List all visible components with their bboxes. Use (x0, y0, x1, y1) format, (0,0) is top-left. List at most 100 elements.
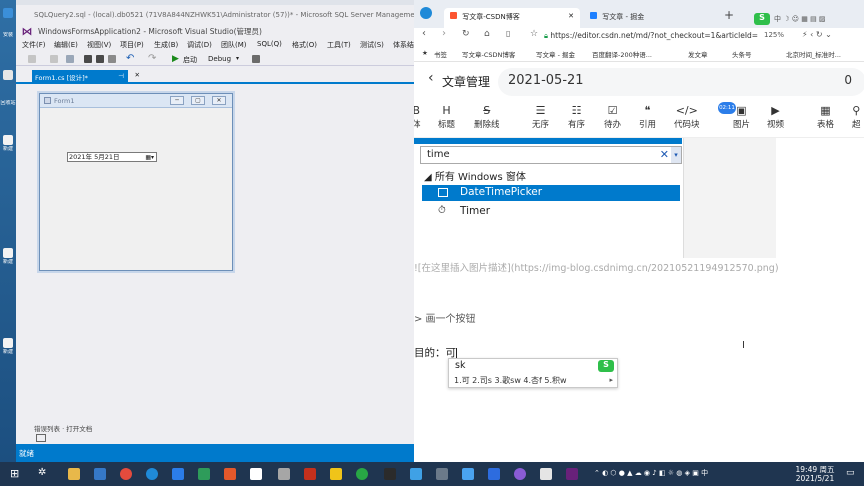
datetimepicker-control[interactable]: 2021年 5月21日 ▦▾ (67, 152, 157, 162)
wechat-icon[interactable] (356, 468, 368, 480)
file-icon[interactable] (3, 135, 13, 145)
taskbar-clock[interactable]: 19:49 周五 2021/5/21 (790, 465, 840, 483)
start-icon[interactable]: ▶ (172, 54, 179, 64)
menu-sql[interactable]: SQL(Q) (257, 40, 282, 48)
sticky-notes-icon[interactable] (330, 468, 342, 480)
toolbar-video[interactable]: ▶ 视频 (767, 104, 784, 130)
app-icon[interactable] (436, 468, 448, 480)
form-designer-surface[interactable]: Form1 ─ ▢ ✕ 2021年 5月21日 ▦▾ (16, 82, 414, 422)
bookmark-item[interactable]: 发文章 (688, 49, 708, 59)
reader-icon[interactable]: ▯ (506, 29, 510, 38)
terminal-icon[interactable] (384, 468, 396, 480)
ime-candidate-window[interactable]: sk S 1.可 2.司s 3.歌sw 4.杏f 5.积w ▸ (448, 358, 618, 388)
toolbar-quote[interactable]: ❝ 引用 (639, 104, 656, 130)
app-icon[interactable] (488, 468, 500, 480)
app-icon[interactable] (278, 468, 290, 480)
bookmark-item[interactable]: 北京时间_标准时... (786, 49, 841, 59)
menu-view[interactable]: 视图(V) (87, 40, 111, 50)
bookmark-item[interactable]: 写文章 - 掘金 (536, 49, 575, 59)
visual-studio-taskbar-icon[interactable] (566, 468, 578, 480)
url-field[interactable]: 🔒︎ https://editor.csdn.net/md/?not_check… (538, 29, 762, 43)
calendar-dropdown-icon[interactable]: ▦▾ (145, 153, 154, 162)
save-all-icon[interactable] (96, 55, 104, 63)
back-arrow-icon[interactable]: ‹ (428, 70, 434, 86)
bookmark-item[interactable]: 书签 (434, 49, 447, 59)
browser-actions-icons[interactable]: ⚡ ‹ ↻ ⌄ (802, 30, 832, 39)
menu-team[interactable]: 团队(M) (221, 40, 247, 50)
menu-file[interactable]: 文件(F) (22, 40, 46, 50)
menu-project[interactable]: 项目(P) (120, 40, 144, 50)
new-project-icon[interactable] (66, 55, 74, 63)
app-icon[interactable] (94, 468, 106, 480)
menu-tools[interactable]: 工具(T) (327, 40, 351, 50)
minimize-icon[interactable]: ─ (170, 96, 184, 105)
app-icon[interactable] (304, 468, 316, 480)
app-icon[interactable] (462, 468, 474, 480)
bookmark-item[interactable]: 写文章-CSDN博客 (462, 49, 515, 59)
app-icon[interactable] (540, 468, 552, 480)
save-icon[interactable] (84, 55, 92, 63)
close-icon[interactable]: ✕ (135, 71, 140, 79)
panel-icon[interactable] (36, 434, 46, 442)
ime-toolbar-icons[interactable]: 中 ☽ ☺ ▦ ▤ ▨ (774, 14, 826, 24)
toolbar-link[interactable]: ⚲ 超 (852, 104, 861, 130)
close-icon[interactable]: ✕ (212, 96, 226, 105)
chrome-icon[interactable] (120, 468, 132, 480)
menu-format[interactable]: 格式(O) (292, 40, 317, 50)
settings-icon[interactable]: ✲ (38, 467, 46, 478)
toolbar-unordered-list[interactable]: ☰ 无序 (532, 104, 549, 130)
toolbar-heading[interactable]: H 标题 (438, 104, 455, 130)
recycle-bin-icon[interactable] (3, 70, 13, 80)
app-icon[interactable] (410, 468, 422, 480)
bookmark-item[interactable]: 百度翻译-200种语... (592, 49, 652, 59)
menu-edit[interactable]: 编辑(E) (54, 40, 78, 50)
maximize-icon[interactable]: ▢ (191, 96, 205, 105)
menu-test[interactable]: 测试(S) (360, 40, 384, 50)
toolbar-table[interactable]: ▦ 表格 (817, 104, 834, 130)
close-tab-icon[interactable]: ✕ (568, 12, 574, 20)
file-icon[interactable] (3, 338, 13, 348)
bookmark-item[interactable]: 头条号 (732, 49, 752, 59)
refresh-icon[interactable]: ↻ (462, 29, 470, 39)
tab-juejin[interactable]: 写文章 - 掘金 (584, 8, 714, 28)
toolbar-ordered-list[interactable]: ☷ 有序 (568, 104, 585, 130)
system-tray-icons[interactable]: ⌃ ◐ ⬡ ● ▲ ☁ ◉ ♪ ◧ ☼ ◍ ◈ ▣ 中 (594, 468, 708, 478)
app-icon[interactable] (172, 468, 184, 480)
menu-architecture[interactable]: 体系结 (393, 40, 414, 50)
app-icon[interactable] (514, 468, 526, 480)
config-dropdown[interactable]: Debug (208, 55, 231, 63)
file-icon[interactable] (3, 248, 13, 258)
article-title-input[interactable]: 2021-05-21 0 (498, 68, 864, 96)
favorite-star-icon[interactable]: ☆ (530, 29, 538, 39)
tab-form1-designer[interactable]: Form1.cs [设计]* ⊣ ✕ (32, 70, 140, 82)
windows-start-icon[interactable]: ⊞ (10, 467, 19, 480)
attach-icon[interactable] (252, 55, 260, 63)
form1-window[interactable]: Form1 ─ ▢ ✕ 2021年 5月21日 ▦▾ (39, 93, 233, 271)
forward-icon[interactable]: › (442, 28, 446, 39)
app-icon[interactable] (224, 468, 236, 480)
start-button[interactable]: 启动 (183, 55, 197, 65)
typora-icon[interactable] (250, 468, 262, 480)
nav-back-icon[interactable] (28, 55, 36, 63)
notification-icon[interactable]: ▭ (846, 468, 855, 478)
chevron-down-icon[interactable]: ▾ (236, 55, 239, 62)
markdown-quote-line[interactable]: > 画一个按钮 (414, 310, 476, 325)
zoom-level[interactable]: 125% (764, 31, 784, 39)
menu-debug[interactable]: 调试(D) (187, 40, 212, 50)
toolbar-strikethrough[interactable]: S 删除线 (474, 104, 500, 130)
article-manage-link[interactable]: 文章管理 (442, 73, 490, 90)
home-icon[interactable]: ⌂ (484, 29, 490, 39)
toolbar-image[interactable]: ▣ 图片 (733, 104, 750, 130)
file-explorer-icon[interactable] (68, 468, 80, 480)
next-page-icon[interactable]: ▸ (609, 376, 613, 384)
cut-icon[interactable] (108, 55, 116, 63)
toolbar-todo[interactable]: ☑ 待办 (604, 104, 621, 130)
tab-csdn[interactable]: 写文章-CSDN博客 ✕ (444, 8, 580, 28)
redo-icon[interactable]: ↷ (148, 53, 156, 64)
undo-icon[interactable]: ↶ (126, 53, 134, 64)
browser-icon[interactable] (146, 468, 158, 480)
sogou-ime-icon[interactable]: S (754, 13, 770, 25)
toolbar-code-block[interactable]: </> 代码块 (674, 104, 700, 130)
bottom-tabs[interactable]: 错误列表 · 打开文档 (34, 423, 92, 433)
back-icon[interactable]: ‹ (422, 28, 426, 39)
